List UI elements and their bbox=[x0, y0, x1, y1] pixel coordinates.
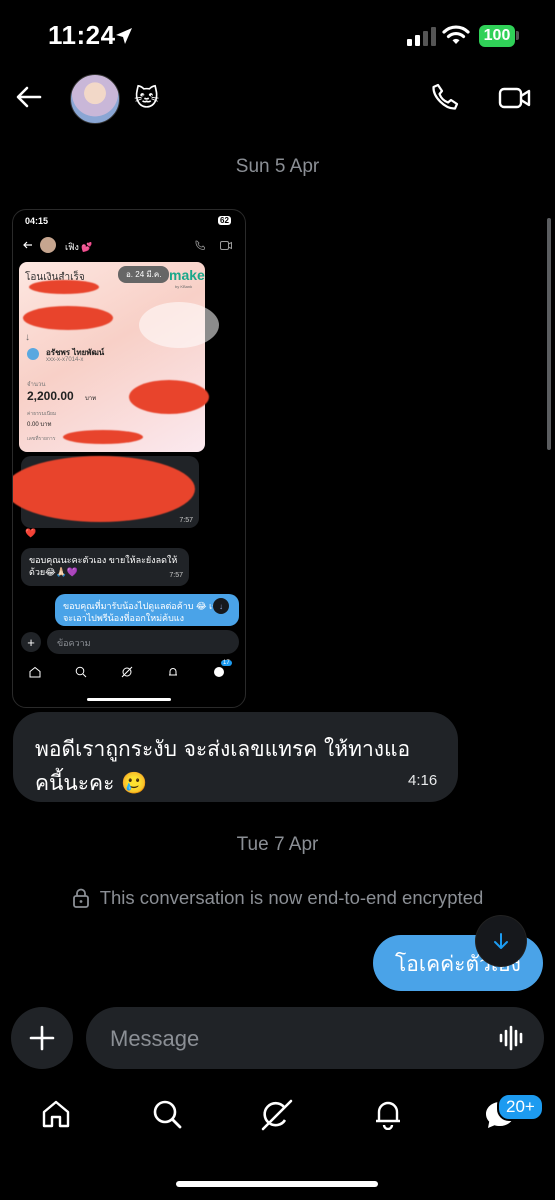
phone-call-icon[interactable] bbox=[430, 82, 460, 112]
embedded-contact-name: เฟิง 💕 bbox=[65, 242, 93, 252]
redaction-mark bbox=[23, 306, 113, 330]
embedded-msg3: ขอบคุณที่มารับน้องไปดูแลต่อค้าบ 😂 เราจะเ… bbox=[55, 594, 239, 626]
wifi-icon bbox=[442, 24, 470, 46]
back-arrow-icon[interactable] bbox=[14, 82, 44, 112]
embedded-home-icon bbox=[29, 666, 41, 678]
receipt-brand: make bbox=[169, 267, 205, 283]
incoming-message-text: พอดีเราถูกระงับ จะส่งเลขแทรค ให้ทางแอคนี… bbox=[35, 737, 411, 795]
home-indicator[interactable] bbox=[176, 1181, 378, 1187]
embedded-input-placeholder: ข้อความ bbox=[57, 638, 91, 648]
fee-value: 0.00 บาท bbox=[27, 422, 52, 428]
status-time: 11:24 bbox=[48, 20, 116, 50]
notifications-bell-icon[interactable] bbox=[372, 1098, 404, 1130]
message-input-container[interactable] bbox=[86, 1007, 544, 1071]
redaction-mark bbox=[29, 280, 99, 294]
arrow-down-icon bbox=[491, 931, 511, 951]
recipient-account: xxx-x-x7014-x bbox=[46, 357, 84, 363]
add-attachment-button[interactable] bbox=[11, 1007, 73, 1069]
embedded-grok-icon bbox=[121, 666, 133, 678]
embedded-msg1-reaction: ❤️ bbox=[25, 528, 37, 538]
messages-count-badge: 20+ bbox=[497, 1093, 544, 1121]
embedded-receipt-card: โอนเงินสำเร็จ อ. 24 มี.ค. make by KBank … bbox=[19, 262, 219, 452]
contact-name[interactable]: 🐱 bbox=[134, 84, 159, 113]
battery-indicator: 100 bbox=[479, 25, 515, 47]
scroll-to-bottom-button[interactable] bbox=[476, 916, 526, 966]
embedded-status-time: 04:15 bbox=[25, 216, 49, 226]
embedded-back-icon bbox=[23, 240, 33, 250]
home-icon[interactable] bbox=[40, 1098, 72, 1130]
recipient-bank-icon bbox=[27, 348, 39, 360]
embedded-call-icon bbox=[195, 240, 205, 250]
receipt-cloud-decoration bbox=[139, 302, 219, 348]
embedded-badge: 17 bbox=[221, 660, 232, 666]
encryption-notice-text: This conversation is now end-to-end encr… bbox=[99, 887, 484, 908]
redaction-mark bbox=[13, 456, 195, 522]
battery-cap bbox=[516, 31, 519, 40]
embedded-scroll-down-icon: ↓ bbox=[213, 598, 229, 614]
embedded-bell-icon bbox=[167, 666, 179, 678]
embedded-msg1-time: 7:57 bbox=[179, 517, 193, 524]
encryption-notice: This conversation is now end-to-end encr… bbox=[0, 887, 555, 909]
redaction-mark bbox=[129, 380, 209, 414]
receipt-arrow-icon: ↓ bbox=[25, 332, 30, 343]
date-separator: Sun 5 Apr bbox=[235, 156, 320, 177]
embedded-avatar bbox=[40, 237, 56, 253]
redaction-mark bbox=[63, 430, 143, 444]
receipt-date: อ. 24 มี.ค. bbox=[118, 266, 170, 283]
amount-label: จำนวน bbox=[27, 382, 46, 388]
amount-unit: บาท bbox=[85, 396, 97, 402]
message-input[interactable] bbox=[108, 1007, 492, 1071]
embedded-message-input: ข้อความ bbox=[47, 630, 239, 654]
fee-label: ค่าธรรมเนียม bbox=[27, 411, 57, 417]
reference-label: เลขที่รายการ bbox=[27, 436, 56, 442]
search-icon[interactable] bbox=[151, 1098, 183, 1130]
embedded-home-indicator bbox=[87, 698, 171, 701]
contact-avatar[interactable] bbox=[70, 74, 120, 124]
scrollbar[interactable] bbox=[547, 218, 551, 450]
cellular-signal-icon bbox=[407, 26, 436, 46]
date-separator: Tue 7 Apr bbox=[236, 834, 319, 855]
embedded-add-icon: + bbox=[21, 632, 41, 652]
embedded-msg2-time: 7:57 bbox=[169, 572, 183, 579]
embedded-msg3-text: ขอบคุณที่มารับน้องไปดูแลต่อค้าบ 😂 เราจะเ… bbox=[63, 601, 222, 623]
embedded-messages-icon bbox=[213, 666, 225, 678]
lock-icon bbox=[72, 888, 90, 908]
receipt-brand-sub: by KBank bbox=[175, 284, 193, 289]
embedded-video-icon bbox=[220, 241, 232, 250]
attached-screenshot-image[interactable]: 04:15 62 เฟิง 💕 โอนเงินสำเร็จ อ. 24 มี.ค… bbox=[12, 209, 246, 708]
voice-waveform-icon[interactable] bbox=[498, 1024, 526, 1052]
plus-icon bbox=[29, 1025, 55, 1051]
amount-value: 2,200.00 bbox=[27, 389, 74, 403]
embedded-battery: 62 bbox=[218, 216, 231, 225]
incoming-message-time: 4:16 bbox=[408, 772, 438, 789]
location-arrow-icon bbox=[114, 26, 134, 46]
embedded-msg2: ขอบคุณนะคะตัวเอง ขายให้ละยังลดให้ด้วย😂🙏🏻… bbox=[21, 548, 189, 586]
embedded-msg2-text: ขอบคุณนะคะตัวเอง ขายให้ละยังลดให้ด้วย😂🙏🏻… bbox=[29, 555, 178, 577]
video-call-icon[interactable] bbox=[498, 84, 532, 112]
grok-icon[interactable] bbox=[260, 1098, 294, 1132]
embedded-search-icon bbox=[75, 666, 87, 678]
